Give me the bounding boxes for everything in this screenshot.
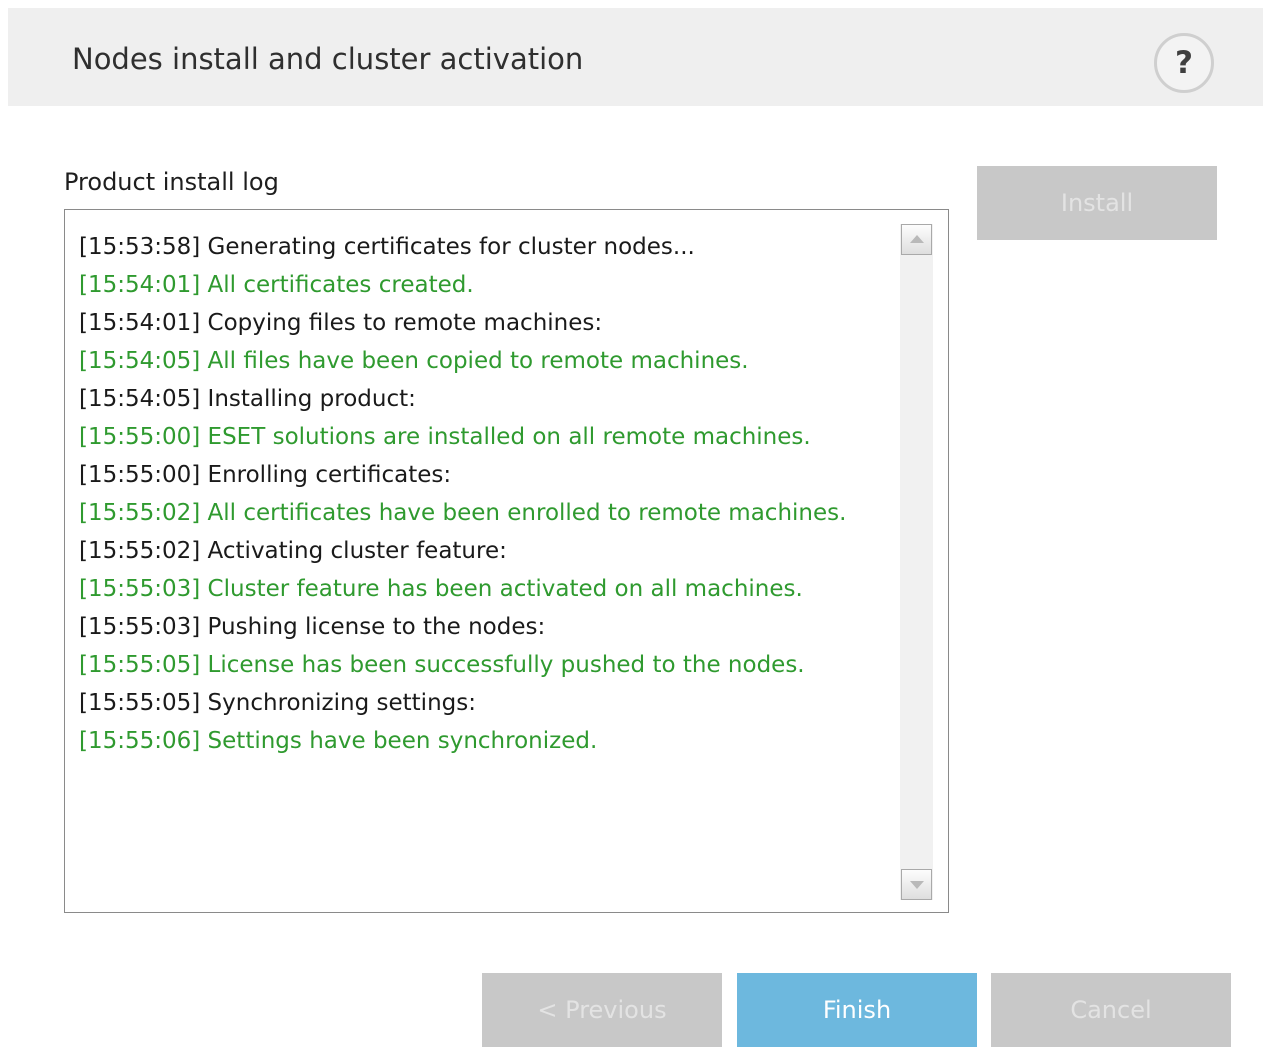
log-line: [15:55:02] All certificates have been en…	[79, 500, 847, 526]
log-line: [15:54:05] Installing product:	[79, 386, 416, 412]
cancel-button[interactable]: Cancel	[991, 973, 1231, 1047]
help-icon[interactable]: ?	[1154, 33, 1214, 93]
finish-button[interactable]: Finish	[737, 973, 977, 1047]
log-line: [15:55:03] Pushing license to the nodes:	[79, 614, 546, 640]
log-line: [15:55:03] Cluster feature has been acti…	[79, 576, 803, 602]
log-line: [15:54:05] All files have been copied to…	[79, 348, 749, 374]
scroll-down-arrow-icon[interactable]	[901, 869, 932, 900]
log-line: [15:54:01] Copying files to remote machi…	[79, 310, 603, 336]
log-lines: [15:53:58] Generating certificates for c…	[79, 228, 899, 760]
log-line: [15:55:05] License has been successfully…	[79, 652, 805, 678]
log-line: [15:55:00] Enrolling certificates:	[79, 462, 452, 488]
previous-button[interactable]: < Previous	[482, 973, 722, 1047]
page-title: Nodes install and cluster activation	[72, 42, 584, 76]
header-bar: Nodes install and cluster activation ?	[8, 8, 1263, 106]
log-line: [15:54:01] All certificates created.	[79, 272, 474, 298]
log-line: [15:55:00] ESET solutions are installed …	[79, 424, 811, 450]
scroll-up-arrow-icon[interactable]	[901, 224, 932, 255]
log-scrollbar[interactable]	[900, 224, 933, 900]
install-button[interactable]: Install	[977, 166, 1217, 240]
log-line: [15:55:05] Synchronizing settings:	[79, 690, 476, 716]
log-line: [15:55:02] Activating cluster feature:	[79, 538, 507, 564]
log-label: Product install log	[64, 168, 279, 196]
install-log-box[interactable]: [15:53:58] Generating certificates for c…	[64, 209, 949, 913]
log-line: [15:53:58] Generating certificates for c…	[79, 234, 695, 260]
log-line: [15:55:06] Settings have been synchroniz…	[79, 728, 598, 754]
